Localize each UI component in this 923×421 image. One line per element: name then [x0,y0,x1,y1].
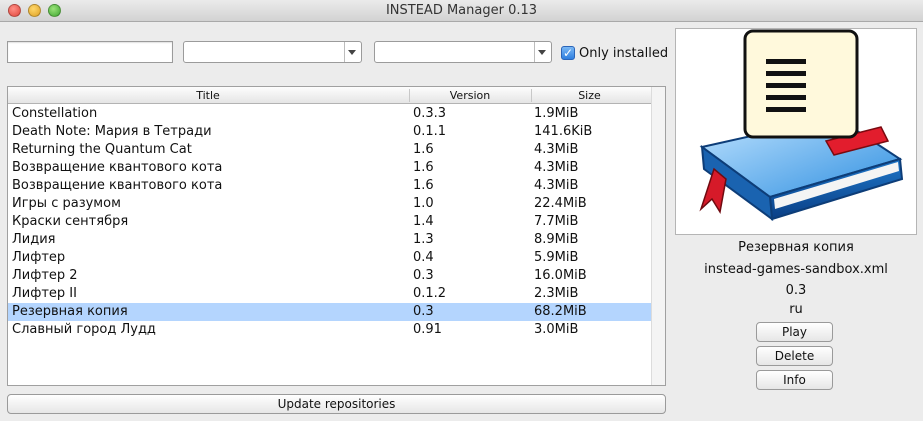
table-row[interactable]: Лифтер II 0.1.2 2.3MiB [8,285,652,303]
language-filter-dropdown-button[interactable] [534,42,551,62]
game-title-cell: Лифтер [12,250,66,265]
table-row[interactable]: Игры с разумом 1.0 22.4MiB [8,195,652,213]
game-version-cell: 1.6 [413,178,434,193]
table-row[interactable]: Краски сентября 1.4 7.7MiB [8,213,652,231]
game-size-cell: 141.6KiB [534,124,593,139]
game-title-cell: Лидия [12,232,56,247]
game-title-cell: Лифтер 2 [12,268,78,283]
table-row[interactable]: Death Note: Мария в Тетради 0.1.1 141.6KiB [8,123,652,141]
game-version-cell: 0.1.2 [413,286,447,301]
chevron-down-icon [348,50,356,55]
table-body: Constellation 0.3.3 1.9MiB Death Note: Мари… [8,105,652,339]
selected-game-name: Резервная копия [738,240,854,255]
game-size-cell: 16.0MiB [534,268,587,283]
only-installed-toggle[interactable]: ✓ Only installed [561,42,668,64]
game-version-cell: 0.3 [413,304,434,319]
game-version-cell: 0.3 [413,268,434,283]
delete-button[interactable]: Delete [756,346,833,366]
only-installed-checkbox[interactable]: ✓ [561,46,575,60]
game-title-cell: Игры с разумом [12,196,121,211]
game-title-cell: Славный город Лудд [12,322,156,337]
selected-game-version: 0.3 [785,283,807,298]
play-button[interactable]: Play [756,322,833,342]
repository-filter-select[interactable] [183,41,362,63]
game-version-cell: 0.4 [413,250,434,265]
game-size-cell: 68.2MiB [534,304,587,319]
game-size-cell: 4.3MiB [534,178,579,193]
info-button[interactable]: Info [756,370,833,390]
game-version-cell: 1.6 [413,160,434,175]
game-size-cell: 7.7MiB [534,214,579,229]
selected-game-repository: instead-games-sandbox.xml [704,262,888,277]
update-repositories-button[interactable]: Update repositories [7,394,666,414]
table-row[interactable]: Возвращение квантового кота 1.6 4.3MiB [8,159,652,177]
table-row[interactable]: Резервная копия 0.3 68.2MiB [8,303,652,321]
table-row[interactable]: Лифтер 2 0.3 16.0MiB [8,267,652,285]
game-version-cell: 1.0 [413,196,434,211]
chevron-down-icon [538,50,546,55]
column-header-version[interactable]: Version [410,89,530,102]
column-header-size[interactable]: Size [532,89,647,102]
table-row[interactable]: Лифтер 0.4 5.9MiB [8,249,652,267]
game-version-cell: 1.6 [413,142,434,157]
game-preview-image [675,28,917,235]
window-title: INSTEAD Manager 0.13 [385,3,538,18]
game-version-cell: 0.1.1 [413,124,447,139]
game-size-cell: 5.9MiB [534,250,579,265]
table-header: Title Version Size [8,87,652,104]
game-title-cell: Возвращение квантового кота [12,160,223,175]
game-size-cell: 8.9MiB [534,232,579,247]
game-title-cell: Лифтер II [12,286,77,301]
selected-game-language: ru [789,302,803,317]
only-installed-label: Only installed [579,45,669,61]
game-size-cell: 22.4MiB [534,196,587,211]
repository-filter-dropdown-button[interactable] [344,42,361,62]
table-row[interactable]: Returning the Quantum Cat 1.6 4.3MiB [8,141,652,159]
table-vertical-scrollbar[interactable] [651,87,665,385]
book-with-document-icon [699,29,904,222]
checkmark-icon: ✓ [562,46,574,60]
column-header-title[interactable]: Title [8,89,408,102]
game-title-cell: Возвращение квантового кота [12,178,223,193]
games-table[interactable]: Title Version Size Constellation 0.3.3 1.9… [7,86,666,386]
game-title-cell: Returning the Quantum Cat [12,142,192,157]
game-size-cell: 2.3MiB [534,286,579,301]
title-bar[interactable]: INSTEAD Manager 0.13 [0,0,923,22]
game-size-cell: 1.9MiB [534,106,579,121]
game-title-cell: Резервная копия [12,304,128,319]
game-size-cell: 4.3MiB [534,142,579,157]
game-version-cell: 0.91 [413,322,442,337]
game-title-cell: Death Note: Мария в Тетради [12,124,212,139]
game-version-cell: 0.3.3 [413,106,447,121]
game-size-cell: 3.0MiB [534,322,579,337]
table-row[interactable]: Славный город Лудд 0.91 3.0MiB [8,321,652,339]
instead-manager-window: INSTEAD Manager 0.13 ✓ Only installed Ti… [0,0,923,421]
game-version-cell: 1.4 [413,214,434,229]
game-size-cell: 4.3MiB [534,160,579,175]
table-row[interactable]: Возвращение квантового кота 1.6 4.3MiB [8,177,652,195]
table-row[interactable]: Лидия 1.3 8.9MiB [8,231,652,249]
game-version-cell: 1.3 [413,232,434,247]
game-title-cell: Краски сентября [12,214,129,229]
table-row[interactable]: Constellation 0.3.3 1.9MiB [8,105,652,123]
search-input[interactable] [7,41,173,63]
language-filter-select[interactable] [374,41,552,63]
game-title-cell: Constellation [12,106,98,121]
